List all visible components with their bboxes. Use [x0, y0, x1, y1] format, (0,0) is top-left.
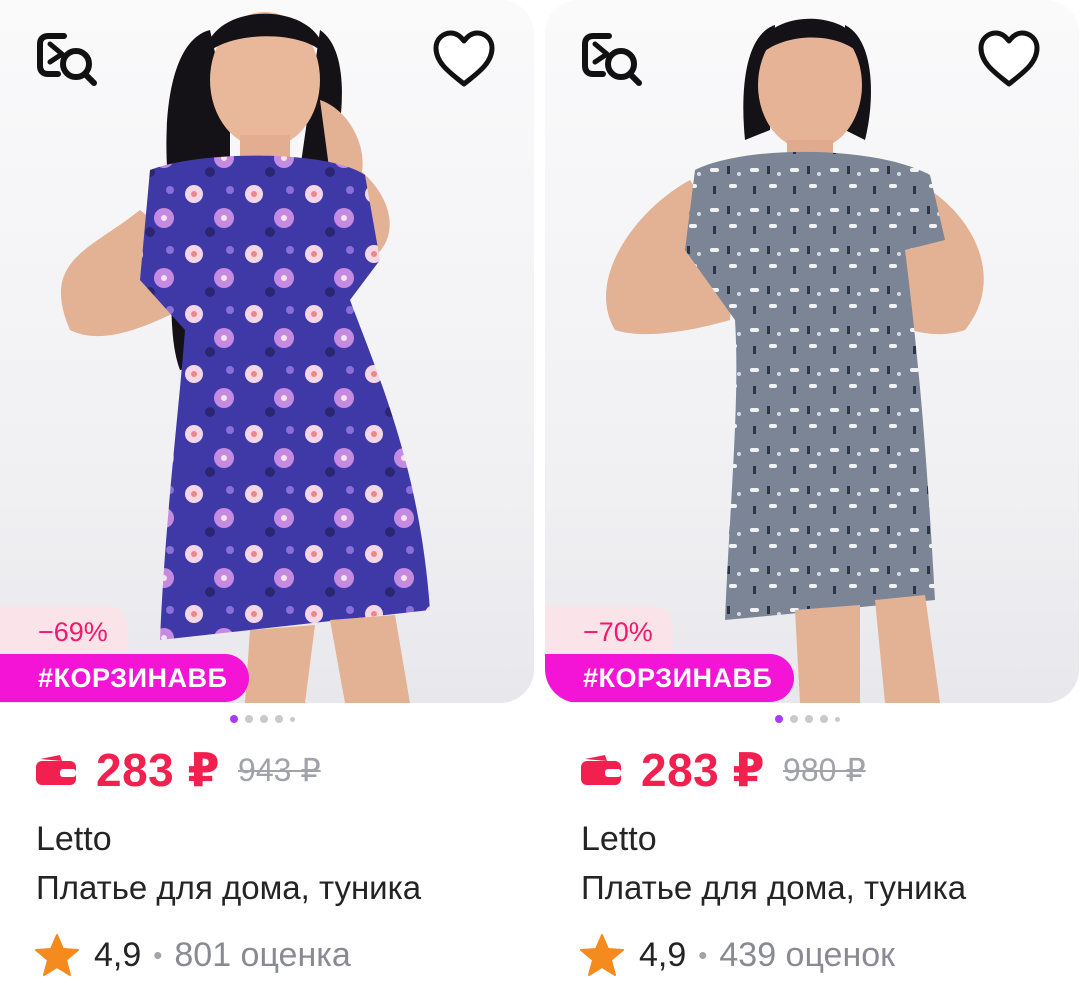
image-search-icon[interactable] — [579, 28, 647, 92]
wallet-icon — [36, 755, 76, 785]
pagination-dot — [835, 716, 840, 722]
brand-name[interactable]: Letto — [581, 820, 657, 859]
price-row: 283 ₽ 943 ₽ — [36, 740, 321, 800]
model-photo — [60, 12, 430, 703]
heart-icon[interactable] — [975, 28, 1043, 92]
product-grid: −69% #КОРЗИНАВБ 283 ₽ 943 ₽ Letto Платье… — [0, 0, 1080, 1000]
product-card[interactable]: −70% #КОРЗИНАВБ 283 ₽ 980 ₽ Letto Платье… — [545, 0, 1079, 1000]
reviews-count: 439 оценок — [719, 935, 896, 974]
rating-value: 4,9 — [94, 935, 142, 974]
reviews-count: 801 оценка — [174, 935, 351, 974]
image-pagination-dots — [775, 714, 840, 724]
product-card[interactable]: −69% #КОРЗИНАВБ 283 ₽ 943 ₽ Letto Платье… — [0, 0, 534, 1000]
wallet-icon — [581, 755, 621, 785]
heart-icon[interactable] — [430, 28, 498, 92]
product-title[interactable]: Платье для дома, туника — [581, 869, 1043, 907]
product-image[interactable]: −69% #КОРЗИНАВБ — [0, 0, 534, 703]
price-row: 283 ₽ 980 ₽ — [581, 740, 866, 800]
product-image[interactable]: −70% #КОРЗИНАВБ — [545, 0, 1079, 703]
pagination-dot — [820, 715, 828, 723]
image-search-icon[interactable] — [34, 28, 102, 92]
discount-badge: −69% — [0, 606, 128, 658]
pagination-dot — [790, 715, 798, 723]
discount-badge: −70% — [545, 606, 673, 658]
rating-row[interactable]: 4,9 • 439 оценок — [579, 930, 895, 980]
current-price: 283 ₽ — [96, 744, 221, 796]
brand-name[interactable]: Letto — [36, 820, 112, 859]
rating-value: 4,9 — [639, 935, 687, 974]
star-icon — [35, 934, 79, 976]
pagination-dot — [245, 715, 253, 723]
pagination-dot — [775, 715, 783, 723]
product-title[interactable]: Платье для дома, туника — [36, 869, 498, 907]
pagination-dot — [260, 715, 268, 723]
separator-dot: • — [153, 939, 163, 970]
promo-tag[interactable]: #КОРЗИНАВБ — [0, 654, 250, 702]
current-price: 283 ₽ — [641, 744, 766, 796]
old-price: 980 ₽ — [783, 752, 866, 788]
pagination-dot — [230, 715, 238, 723]
old-price: 943 ₽ — [238, 752, 321, 788]
pagination-dot — [275, 715, 283, 723]
pagination-dot — [805, 715, 813, 723]
rating-row[interactable]: 4,9 • 801 оценка — [34, 930, 351, 980]
model-photo — [605, 18, 984, 703]
star-icon — [580, 934, 624, 976]
promo-tag[interactable]: #КОРЗИНАВБ — [545, 654, 795, 702]
image-pagination-dots — [230, 714, 295, 724]
pagination-dot — [290, 716, 295, 722]
separator-dot: • — [698, 939, 708, 970]
